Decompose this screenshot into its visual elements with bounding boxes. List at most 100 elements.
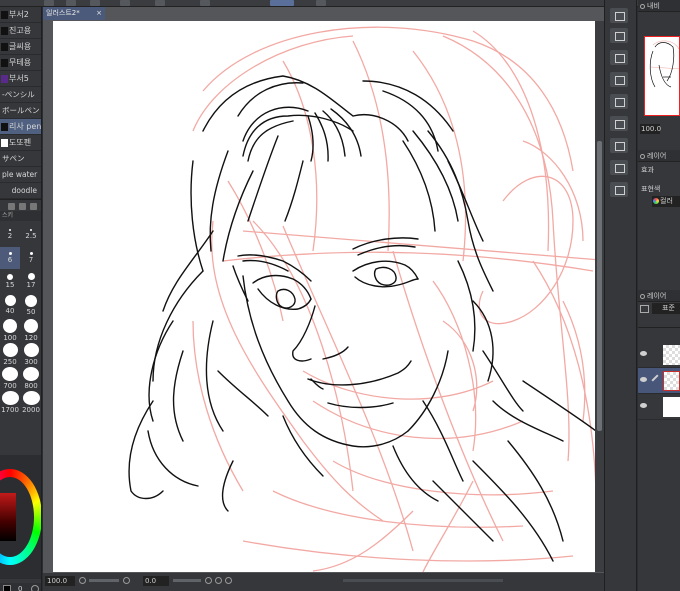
right-panel: 내비 100.0 레이어 효과 표현색 컬러 레이어 표준 xyxy=(638,0,680,591)
brush-size-item[interactable]: 250 xyxy=(0,343,20,366)
subtool-item[interactable]: ple water xyxy=(0,167,41,183)
zoom-in-icon[interactable] xyxy=(123,577,130,584)
layer-tab-label: 레이어 xyxy=(647,292,667,300)
portrait-drawing xyxy=(128,26,596,572)
import-icon[interactable] xyxy=(610,138,628,153)
layer-row[interactable] xyxy=(638,394,680,420)
eye-icon[interactable] xyxy=(640,377,647,382)
layer-thumbnail xyxy=(663,371,680,391)
color-mode-icon xyxy=(653,198,659,204)
zoom-out-icon[interactable] xyxy=(79,577,86,584)
layer-toolbar xyxy=(638,316,680,328)
size-dot-icon xyxy=(23,367,39,381)
brush-size-item-selected[interactable]: 6 xyxy=(0,247,20,269)
toolbar-button[interactable] xyxy=(66,0,76,6)
subtool-item[interactable]: -ペンシル xyxy=(0,87,41,103)
subtool-item[interactable]: 부서2 xyxy=(0,7,41,23)
horizontal-scrollbar[interactable] xyxy=(343,579,503,582)
color-value-bar: 0 xyxy=(0,583,41,591)
brush-size-value: 15 xyxy=(5,281,15,289)
navigator-preview[interactable] xyxy=(644,36,680,116)
layer-type-icon[interactable] xyxy=(640,305,649,313)
brush-size-item[interactable]: 2.5 xyxy=(21,223,41,245)
effect-row: 효과 xyxy=(638,165,680,176)
saturation-value-square[interactable] xyxy=(0,493,16,541)
size-dot-icon xyxy=(7,274,13,280)
brush-preview-icon xyxy=(1,139,8,147)
subtool-item-selected[interactable]: 리사 pen xyxy=(0,119,41,135)
navigator-tab[interactable]: 내비 xyxy=(638,0,680,12)
brush-size-item[interactable]: 50 xyxy=(21,295,41,317)
search-icon[interactable] xyxy=(610,8,628,23)
drawing-canvas[interactable] xyxy=(53,21,596,572)
brush-size-tab[interactable]: 스키 xyxy=(0,211,41,221)
zoom-field[interactable]: 100.0 xyxy=(45,576,75,586)
subtool-item[interactable]: 무테용 xyxy=(0,55,41,71)
scrollbar-thumb[interactable] xyxy=(597,141,602,431)
brush-size-item[interactable]: 2000 xyxy=(21,391,41,414)
new-file-icon[interactable] xyxy=(610,28,628,43)
add-subtool-icon[interactable] xyxy=(8,203,15,210)
subtool-item[interactable]: 글씨용 xyxy=(0,39,41,55)
sketch-strokes xyxy=(192,26,596,572)
trash-icon[interactable] xyxy=(30,203,37,210)
toolbar-button[interactable] xyxy=(155,0,165,6)
toolbar-button[interactable] xyxy=(90,0,100,6)
zoom-slider[interactable] xyxy=(89,579,119,582)
export-icon[interactable] xyxy=(610,116,628,131)
brush-size-item[interactable]: 100 xyxy=(0,319,20,342)
toolbar-button[interactable] xyxy=(200,0,210,6)
subtool-item[interactable]: 부서5 xyxy=(0,71,41,87)
blend-mode-select[interactable]: 표준 xyxy=(652,303,680,314)
brush-size-palette: 2 2.5 6 7 15 17 40 50 100 120 250 300 70… xyxy=(0,221,41,443)
eye-icon[interactable] xyxy=(640,403,647,408)
rotation-slider[interactable] xyxy=(173,579,201,582)
subtool-item[interactable]: サペン xyxy=(0,151,41,167)
layer-row-selected[interactable] xyxy=(638,368,680,394)
rotation-field[interactable]: 0.0 xyxy=(143,576,169,586)
settings-icon[interactable] xyxy=(19,203,26,210)
color-wheel-panel xyxy=(0,455,41,579)
document-tab[interactable]: 일러스트2* × xyxy=(43,7,105,20)
subtool-item[interactable]: 도또펜 xyxy=(0,135,41,151)
brush-size-item[interactable]: 2 xyxy=(0,223,20,245)
toolbar-button[interactable] xyxy=(120,0,130,6)
brush-size-item[interactable]: 15 xyxy=(0,271,20,293)
rotate-left-icon[interactable] xyxy=(205,577,212,584)
brush-size-item[interactable]: 120 xyxy=(21,319,41,342)
vertical-scrollbar[interactable] xyxy=(595,21,604,572)
brush-size-item[interactable]: 800 xyxy=(21,367,41,390)
brush-size-item[interactable]: 700 xyxy=(0,367,20,390)
brush-size-item[interactable]: 17 xyxy=(21,271,41,293)
main-color-swatch[interactable] xyxy=(3,585,11,591)
layer-row[interactable] xyxy=(638,342,680,368)
brush-size-item[interactable]: 40 xyxy=(0,295,20,317)
reset-view-icon[interactable] xyxy=(225,577,232,584)
size-dot-icon xyxy=(8,252,12,255)
camera-icon[interactable] xyxy=(610,160,628,175)
settings-icon[interactable] xyxy=(31,585,39,591)
brush-size-item[interactable]: 1700 xyxy=(0,391,20,414)
color-mode-select[interactable]: 컬러 xyxy=(652,196,680,207)
delete-icon[interactable] xyxy=(610,50,628,65)
close-tab-icon[interactable]: × xyxy=(96,7,102,20)
subtool-item[interactable]: ボールペン xyxy=(0,103,41,119)
brush-size-value: 50 xyxy=(26,308,36,316)
subtool-item[interactable]: 진고용 xyxy=(0,23,41,39)
layer-tab[interactable]: 레이어 xyxy=(638,290,680,302)
brush-size-item[interactable]: 7 xyxy=(21,247,41,269)
eye-icon[interactable] xyxy=(640,351,647,356)
layer-icon[interactable] xyxy=(610,182,628,197)
save-icon[interactable] xyxy=(610,94,628,109)
toolbar-button[interactable] xyxy=(316,0,326,6)
size-dot-icon xyxy=(22,391,40,405)
color-mode-label: 컬러 xyxy=(660,197,673,205)
layer-property-tab[interactable]: 레이어 xyxy=(638,150,680,162)
subtool-item[interactable]: doodle xyxy=(0,183,41,199)
rotate-right-icon[interactable] xyxy=(215,577,222,584)
brush-size-item[interactable]: 300 xyxy=(21,343,41,366)
toolbar-button[interactable] xyxy=(44,0,54,6)
toolbar-button-active[interactable] xyxy=(270,0,294,6)
open-file-icon[interactable] xyxy=(610,72,628,87)
navigator-zoom-field[interactable]: 100.0 xyxy=(640,124,661,134)
